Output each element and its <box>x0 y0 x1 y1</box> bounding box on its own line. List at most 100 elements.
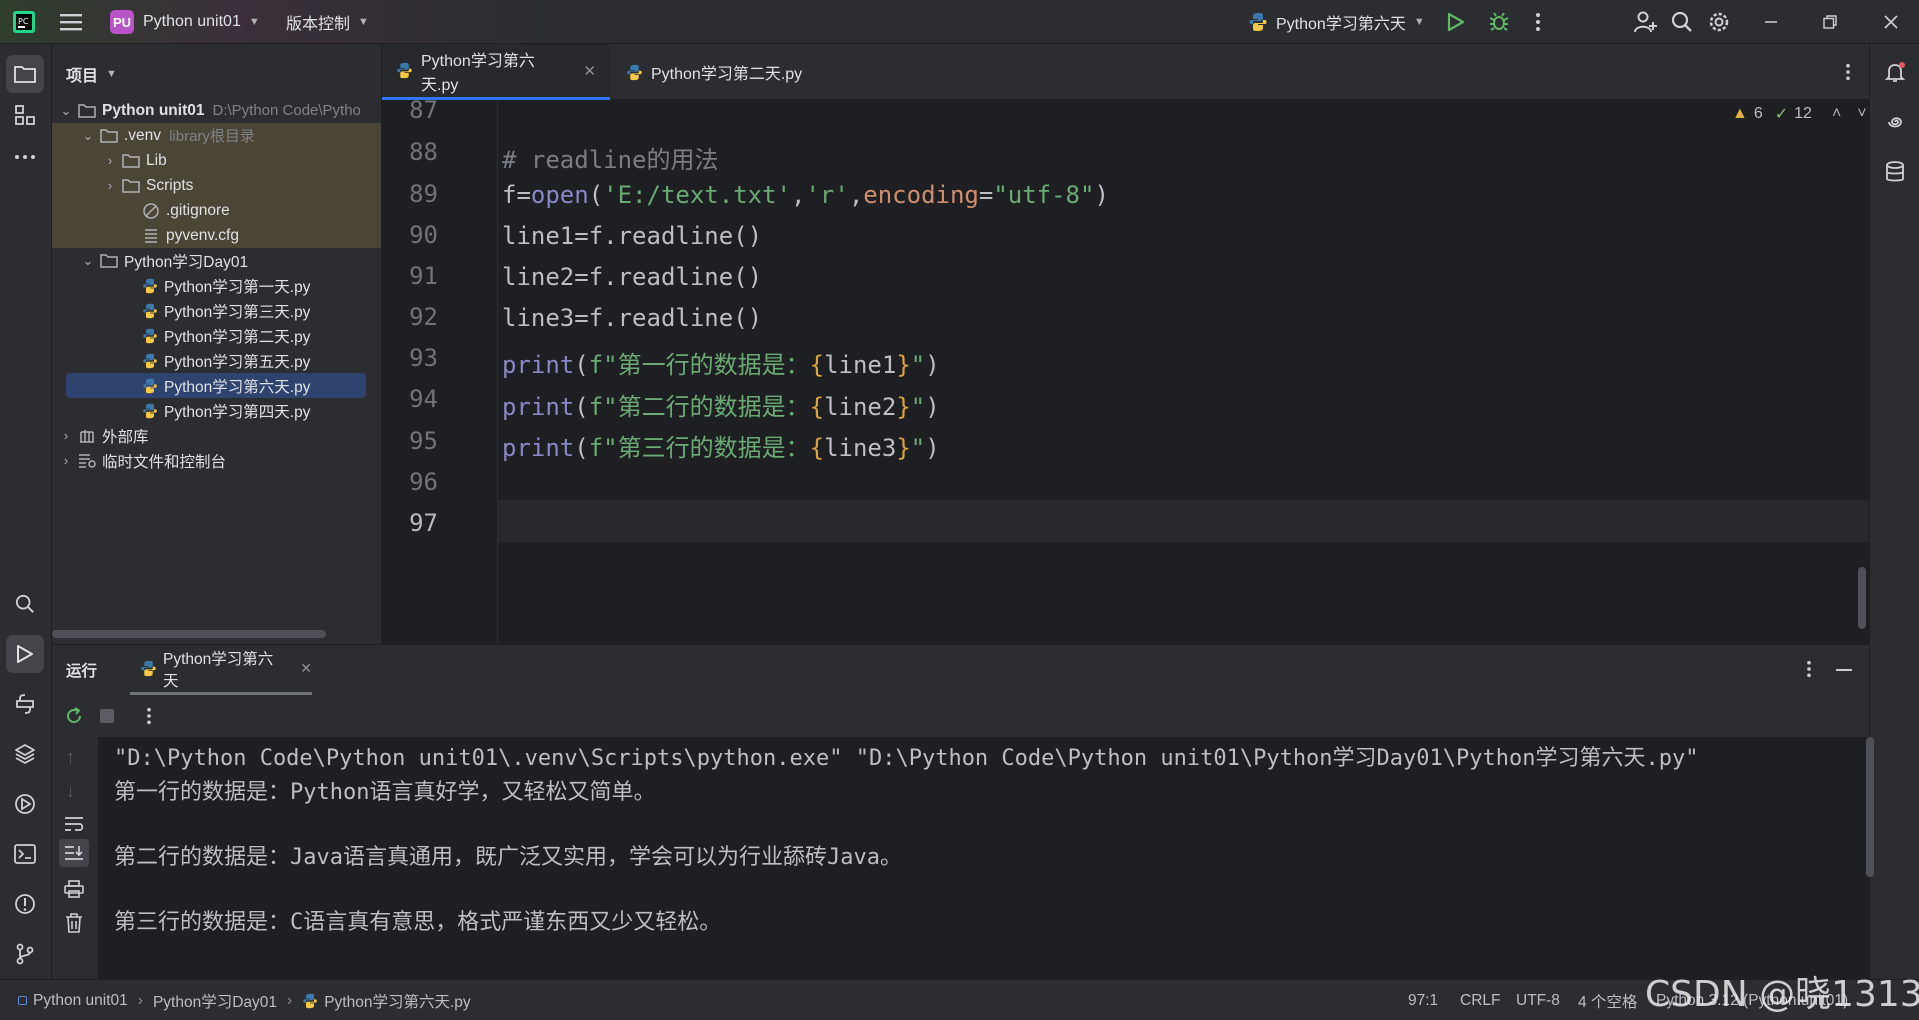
project-tool-button[interactable] <box>6 55 44 93</box>
inspection-widget[interactable]: ▲ 6 ✓ 12 ˄ ˅ <box>1732 104 1867 124</box>
python-packages-tool-button[interactable] <box>6 735 44 773</box>
ignored-file-icon <box>142 202 160 220</box>
more-options-icon[interactable] <box>146 707 152 725</box>
run-config-selector[interactable]: Python学习第六天 ▼ <box>1248 0 1425 44</box>
tree-item-pyvenv-cfg[interactable]: pyvenv.cfg <box>52 223 381 248</box>
minimize-icon[interactable] <box>1764 0 1778 44</box>
tree-item-py-file[interactable]: Python学习第一天.py <box>52 273 381 298</box>
more-actions-icon[interactable] <box>1535 0 1541 44</box>
line-separator[interactable]: CRLF <box>1460 980 1500 1020</box>
code-token-string: "utf-8" <box>993 181 1095 209</box>
chevron-up-icon[interactable]: ˄ <box>1832 105 1841 123</box>
caret-position[interactable]: 97:1 <box>1408 980 1438 1020</box>
run-tab[interactable]: Python学习第六天 ✕ <box>130 645 312 695</box>
layers-icon <box>14 743 36 765</box>
ai-assistant-button[interactable] <box>1876 103 1914 141</box>
breadcrumb-project[interactable]: Python unit01 <box>33 992 128 1010</box>
services-tool-button[interactable] <box>6 785 44 823</box>
project-horizontal-scrollbar[interactable] <box>52 630 326 638</box>
project-switcher[interactable]: PU Python unit01 ▼ <box>110 0 260 44</box>
tree-item-label: Scripts <box>146 176 194 194</box>
arrow-up-icon[interactable]: ↑ <box>66 747 75 768</box>
tree-item-external-libraries[interactable]: › 外部库 <box>52 423 381 448</box>
tree-item-py-file[interactable]: Python学习第三天.py <box>52 298 381 323</box>
tree-item-py-file[interactable]: Python学习第二天.py <box>52 323 381 348</box>
rerun-icon[interactable] <box>64 706 84 726</box>
run-console-output[interactable]: "D:\Python Code\Python unit01\.venv\Scri… <box>98 737 1869 980</box>
soft-wrap-icon[interactable] <box>64 815 84 833</box>
tree-item-scratches[interactable]: › 临时文件和控制台 <box>52 448 381 473</box>
services-icon <box>14 793 36 815</box>
close-icon[interactable] <box>1884 0 1898 44</box>
code-token-brace: { <box>809 393 825 421</box>
print-icon[interactable] <box>64 880 84 898</box>
chevron-down-icon: ▼ <box>106 68 117 80</box>
project-panel-header[interactable]: 项目 ▼ <box>52 44 381 104</box>
code-editor[interactable]: 87 88 89 90 91 92 93 94 95 96 97 ▲ 6 ✓ 1… <box>382 100 1869 644</box>
tree-item-label: Python学习第二天.py <box>164 328 311 346</box>
current-line-highlight <box>382 500 1869 542</box>
chevron-right-icon: › <box>287 991 293 1009</box>
tree-item-note: library根目录 <box>169 128 255 145</box>
tree-item-path: D:\Python Code\Pytho <box>212 102 361 119</box>
code-token: f <box>502 181 517 209</box>
tree-item-gitignore[interactable]: .gitignore <box>52 198 381 223</box>
project-name: Python unit01 <box>143 13 241 30</box>
chevron-down-icon[interactable]: ˅ <box>1857 105 1866 123</box>
editor-tab-bar: Python学习第六天.py ✕ Python学习第二天.py <box>382 44 1869 100</box>
find-tool-button[interactable] <box>6 585 44 623</box>
editor-vertical-scrollbar[interactable] <box>1858 567 1866 629</box>
tree-item-py-file[interactable]: Python学习第五天.py <box>52 348 381 373</box>
database-button[interactable] <box>1876 153 1914 191</box>
tree-item-label: .venv <box>124 126 162 144</box>
structure-tool-button[interactable] <box>6 96 44 134</box>
python-file-icon <box>626 64 643 81</box>
code-token: , <box>848 181 864 209</box>
tree-item-venv[interactable]: ⌄ .venv library根目录 <box>52 123 381 148</box>
vcs-menu[interactable]: 版本控制 ▼ <box>286 0 369 44</box>
code-token: line2 <box>824 393 897 421</box>
tree-item-lib[interactable]: › Lib <box>52 148 381 173</box>
close-icon[interactable]: ✕ <box>583 62 596 80</box>
main-menu-icon[interactable] <box>60 0 82 44</box>
run-tool-button[interactable] <box>6 635 44 673</box>
run-tool-window: 运行 Python学习第六天 ✕ ↑ ↓ "D:\Python Code\Pyt… <box>52 644 1874 980</box>
more-options-icon[interactable] <box>1806 660 1812 678</box>
tab-python-day2[interactable]: Python学习第二天.py <box>612 44 816 100</box>
notifications-button[interactable] <box>1876 53 1914 91</box>
python-console-tool-button[interactable] <box>6 685 44 723</box>
pycharm-logo-icon[interactable]: PC <box>12 0 36 44</box>
debug-icon[interactable] <box>1488 0 1510 44</box>
tree-item-py-file[interactable]: Python学习第四天.py <box>52 398 381 423</box>
close-icon[interactable]: ✕ <box>300 660 312 677</box>
add-user-icon[interactable] <box>1634 0 1658 44</box>
stop-icon[interactable] <box>100 709 114 723</box>
tree-item-project-root[interactable]: ⌄ Python unit01 D:\Python Code\Pytho <box>52 98 381 123</box>
minimize-panel-icon[interactable] <box>1836 669 1852 673</box>
search-icon <box>15 594 35 614</box>
indent-setting[interactable]: 4 个空格 <box>1578 980 1637 1020</box>
arrow-down-icon[interactable]: ↓ <box>66 781 75 802</box>
restore-icon[interactable] <box>1823 0 1837 44</box>
code-token-string: " <box>910 393 926 421</box>
breadcrumb-folder[interactable]: Python学习Day01 <box>153 990 277 1012</box>
tree-item-py-file-selected[interactable]: Python学习第六天.py <box>52 373 381 398</box>
search-icon[interactable] <box>1671 0 1693 44</box>
line-number: 90 <box>409 221 438 249</box>
run-icon[interactable] <box>1447 0 1465 44</box>
terminal-tool-button[interactable] <box>6 835 44 873</box>
settings-gear-icon[interactable] <box>1708 0 1730 44</box>
trash-icon[interactable] <box>65 913 83 933</box>
problems-tool-button[interactable] <box>6 885 44 923</box>
tab-python-day6[interactable]: Python学习第六天.py ✕ <box>382 44 610 100</box>
scroll-to-end-icon[interactable] <box>59 839 89 867</box>
tree-item-scripts[interactable]: › Scripts <box>52 173 381 198</box>
tree-item-day01-folder[interactable]: ⌄ Python学习Day01 <box>52 248 381 273</box>
more-tools-button[interactable] <box>6 138 44 176</box>
breadcrumb-file[interactable]: Python学习第六天.py <box>324 990 470 1012</box>
file-encoding[interactable]: UTF-8 <box>1516 980 1560 1020</box>
text-file-icon <box>142 227 160 245</box>
console-vertical-scrollbar[interactable] <box>1866 737 1874 877</box>
tab-options-icon[interactable] <box>1830 44 1866 100</box>
git-tool-button[interactable] <box>6 935 44 973</box>
